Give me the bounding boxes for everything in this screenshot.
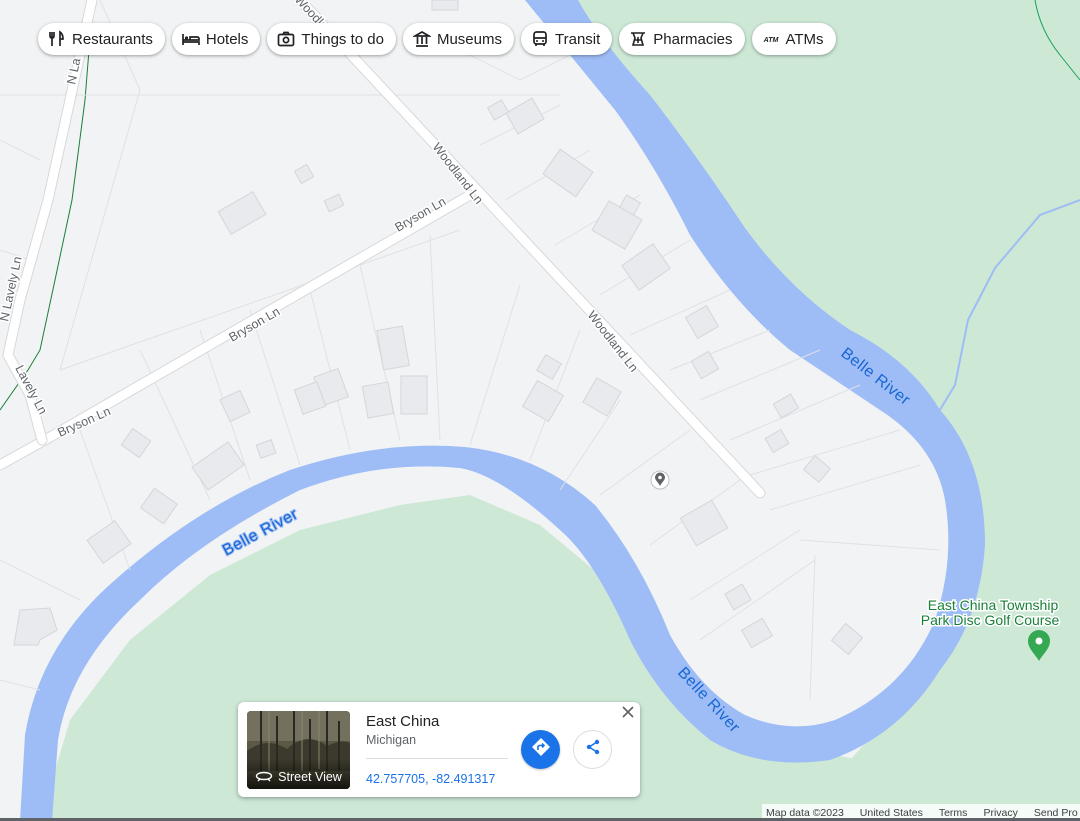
- close-button[interactable]: [619, 705, 637, 723]
- chip-transit[interactable]: Transit: [521, 23, 613, 55]
- share-button[interactable]: [573, 730, 612, 769]
- chip-label: Transit: [555, 30, 601, 48]
- terms-link[interactable]: Terms: [939, 807, 968, 819]
- map-canvas[interactable]: Woodland Ln Woodland Ln Woodland Ln Brys…: [0, 0, 1080, 821]
- country-link[interactable]: United States: [860, 807, 923, 819]
- share-icon: [584, 738, 602, 761]
- bus-icon: [531, 30, 549, 48]
- chip-museums[interactable]: Museums: [402, 23, 514, 55]
- bed-icon: [182, 30, 200, 48]
- museum-icon: [412, 30, 431, 48]
- street-view-thumbnail[interactable]: Street View: [247, 711, 350, 789]
- atm-icon: ATM: [762, 30, 780, 48]
- chip-label: Things to do: [301, 30, 384, 48]
- coordinates-link[interactable]: 42.757705, -82.491317: [366, 772, 495, 786]
- directions-button[interactable]: [521, 730, 560, 769]
- place-title: East China: [366, 713, 440, 730]
- place-subtitle: Michigan: [366, 733, 417, 747]
- poi-disc-golf-course[interactable]: East China Township Park Disc Golf Cours…: [919, 596, 1061, 630]
- street-view-icon: [255, 770, 273, 785]
- chip-restaurants[interactable]: Restaurants: [38, 23, 165, 55]
- fork-knife-icon: [48, 30, 66, 48]
- chip-label: Restaurants: [72, 30, 153, 48]
- chip-atms[interactable]: ATM ATMs: [751, 23, 836, 55]
- camera-icon: [277, 30, 295, 48]
- street-view-button[interactable]: Street View: [247, 759, 350, 789]
- street-view-label: Street View: [278, 770, 342, 784]
- pharmacy-icon: [629, 30, 647, 48]
- chip-hotels[interactable]: Hotels: [171, 23, 261, 55]
- chip-label: Museums: [436, 30, 502, 48]
- feedback-link[interactable]: Send Pro: [1034, 807, 1078, 819]
- chip-label: Hotels: [205, 30, 249, 48]
- svg-text:ATM: ATM: [762, 37, 778, 44]
- category-chip-bar: Restaurants Hotels Things to do Museums …: [38, 23, 836, 55]
- poi-label-line2: Park Disc Golf Course: [921, 612, 1060, 628]
- place-card: Street View East China Michigan 42.75770…: [238, 702, 640, 797]
- chip-things-to-do[interactable]: Things to do: [267, 23, 396, 55]
- chip-label: Pharmacies: [653, 30, 733, 48]
- card-divider: [366, 758, 508, 759]
- chip-pharmacies[interactable]: Pharmacies: [619, 23, 745, 55]
- privacy-link[interactable]: Privacy: [983, 807, 1017, 819]
- dropped-pin-icon[interactable]: [650, 470, 670, 490]
- poi-label-line1: East China Township: [928, 597, 1059, 613]
- directions-icon: [531, 737, 551, 762]
- close-icon: [622, 705, 634, 723]
- map-data-attribution: Map data ©2023: [766, 806, 844, 819]
- chip-label: ATMs: [785, 30, 824, 48]
